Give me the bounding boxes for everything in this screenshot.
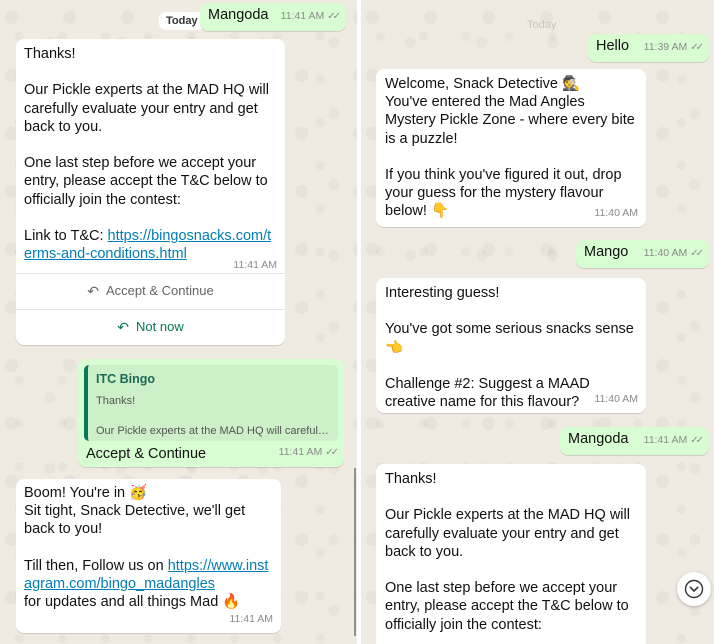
link-prefix: Link to T&C: bbox=[24, 228, 108, 245]
message-text: Welcome, Snack Detective 🕵️ You've enter… bbox=[385, 76, 635, 220]
accept-continue-button[interactable]: ↶ Accept & Continue bbox=[16, 273, 285, 309]
reply-icon: ↶ bbox=[117, 319, 130, 336]
scroll-down-button[interactable] bbox=[677, 572, 711, 606]
outgoing-message[interactable]: Mango 11:40 AM ✓✓ bbox=[576, 240, 709, 268]
message-meta: 11:41 AM ✓✓ bbox=[643, 433, 704, 446]
date-label: Today bbox=[159, 12, 205, 30]
chevron-down-icon bbox=[684, 579, 704, 599]
message-meta: 11:41 AM ✓✓ bbox=[280, 9, 341, 22]
outgoing-message[interactable]: Mangoda 11:41 AM ✓✓ bbox=[200, 3, 346, 31]
message-time: 11:40 AM bbox=[594, 392, 638, 405]
quoted-sender: ITC Bingo bbox=[96, 372, 156, 386]
incoming-message-welcome[interactable]: Welcome, Snack Detective 🕵️ You've enter… bbox=[376, 69, 646, 227]
outgoing-message[interactable]: Mangoda 11:41 AM ✓✓ bbox=[560, 427, 709, 455]
incoming-message-tc[interactable]: Thanks! Our Pickle experts at the MAD HQ… bbox=[16, 39, 285, 345]
double-check-icon: ✓✓ bbox=[690, 434, 704, 446]
message-meta: 11:39 AM ✓✓ bbox=[643, 40, 704, 53]
message-text: Thanks! Our Pickle experts at the MAD HQ… bbox=[24, 46, 269, 208]
message-text: Thanks! Our Pickle experts at the MAD HQ… bbox=[385, 471, 630, 633]
outgoing-message[interactable]: Hello 11:39 AM ✓✓ bbox=[588, 34, 709, 62]
message-time: 11:41 AM bbox=[233, 259, 277, 271]
outgoing-reply-message[interactable]: ITC Bingo Thanks! Our Pickle experts at … bbox=[78, 359, 344, 467]
double-check-icon: ✓✓ bbox=[325, 446, 339, 458]
quoted-message[interactable]: ITC Bingo Thanks! Our Pickle experts at … bbox=[84, 365, 338, 441]
message-time: 11:40 AM bbox=[594, 206, 638, 219]
left-chat-pane: Today Mangoda 11:41 AM ✓✓ Thanks! Our Pic… bbox=[0, 0, 357, 644]
message-time: 11:41 AM bbox=[229, 612, 273, 625]
date-label: Today bbox=[527, 19, 557, 31]
message-text: for updates and all things Mad 🔥 bbox=[24, 594, 241, 611]
double-check-icon: ✓✓ bbox=[327, 10, 341, 22]
message-meta: 11:40 AM ✓✓ bbox=[643, 246, 704, 259]
message-meta: 11:41 AM ✓✓ bbox=[278, 445, 339, 458]
double-check-icon: ✓✓ bbox=[690, 247, 704, 259]
button-label: Accept & Continue bbox=[106, 283, 214, 299]
quoted-line: Our Pickle experts at the MAD HQ will ca… bbox=[96, 425, 330, 438]
scroll-indicator bbox=[354, 468, 356, 636]
incoming-message-boom[interactable]: Boom! You're in 🥳 Sit tight, Snack Detec… bbox=[16, 479, 281, 633]
button-label: Not now bbox=[136, 319, 184, 335]
reply-icon: ↶ bbox=[87, 283, 100, 300]
right-chat-pane: Today Hello 11:39 AM ✓✓ Welcome, Snack De… bbox=[361, 0, 714, 644]
incoming-message-interesting[interactable]: Interesting guess! You've got some serio… bbox=[376, 278, 646, 413]
quoted-line: Thanks! bbox=[96, 395, 136, 408]
not-now-button[interactable]: ↶ Not now bbox=[16, 309, 285, 345]
message-text: Accept & Continue bbox=[86, 446, 207, 462]
incoming-message-thanks[interactable]: Thanks! Our Pickle experts at the MAD HQ… bbox=[376, 464, 646, 644]
double-check-icon: ✓✓ bbox=[690, 41, 704, 53]
